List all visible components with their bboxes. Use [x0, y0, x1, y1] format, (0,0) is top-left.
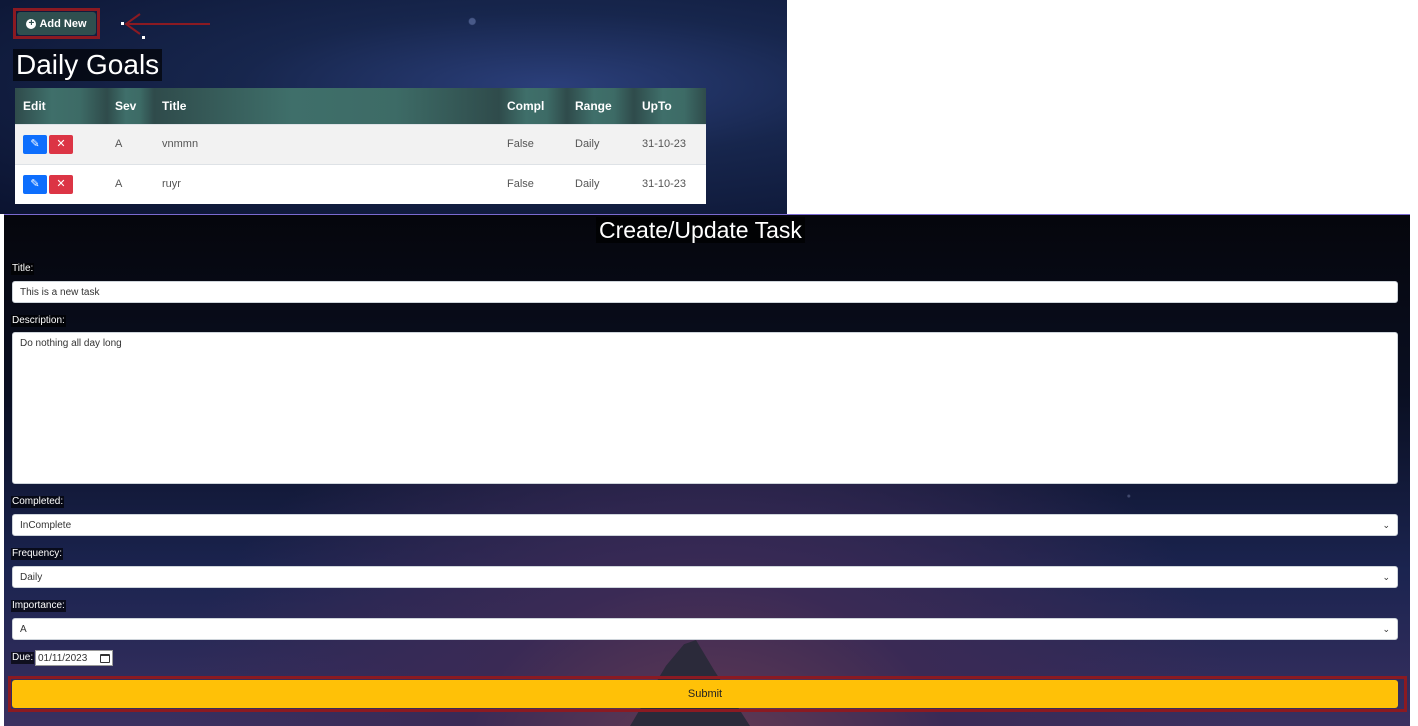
- goals-table: Edit Sev Title Compl Range UpTo ✎ ✕ A vnm…: [15, 88, 706, 204]
- column-header: Range: [567, 88, 634, 124]
- cell-compl: False: [499, 163, 567, 204]
- annotation-arrow-icon: [121, 13, 210, 39]
- cell-upto: 31-10-23: [634, 123, 706, 164]
- column-header: Sev: [107, 88, 154, 124]
- importance-label: Importance:: [11, 600, 66, 612]
- column-header: UpTo: [634, 88, 706, 124]
- column-header: Edit: [15, 88, 107, 124]
- completed-value: InComplete: [20, 519, 72, 531]
- row-actions: ✎ ✕: [15, 123, 107, 164]
- due-date-value: 01/11/2023: [38, 652, 88, 664]
- pencil-icon: ✎: [30, 137, 40, 150]
- add-new-label: Add New: [39, 17, 87, 30]
- cell-sev: A: [107, 123, 154, 164]
- table-row: ✎ ✕ A vnmmn False Daily 31-10-23: [15, 123, 706, 164]
- x-icon: ✕: [56, 137, 66, 150]
- form-title: Create/Update Task: [596, 217, 805, 243]
- cell-range: Daily: [567, 123, 634, 164]
- add-new-button[interactable]: + Add New: [17, 12, 96, 35]
- plus-circle-icon: +: [26, 18, 37, 29]
- column-header: Compl: [499, 88, 567, 124]
- delete-button[interactable]: ✕: [49, 134, 73, 154]
- submit-button[interactable]: Submit: [12, 680, 1398, 708]
- title-label: Title:: [11, 263, 35, 275]
- completed-label: Completed:: [11, 496, 65, 508]
- x-icon: ✕: [56, 177, 66, 190]
- description-textarea[interactable]: Do nothing all day long: [12, 332, 1398, 484]
- table-header-row: Edit Sev Title Compl Range UpTo: [15, 88, 706, 124]
- pencil-icon: ✎: [30, 177, 40, 190]
- cell-compl: False: [499, 123, 567, 164]
- description-label: Description:: [11, 315, 66, 327]
- cell-title: vnmmn: [154, 123, 499, 164]
- importance-value: A: [20, 623, 27, 635]
- cell-upto: 31-10-23: [634, 163, 706, 204]
- frequency-label: Frequency:: [11, 548, 64, 560]
- edit-button[interactable]: ✎: [23, 174, 47, 194]
- calendar-icon[interactable]: [100, 653, 110, 663]
- chevron-down-icon: ⌄: [1382, 623, 1390, 634]
- cell-range: Daily: [567, 163, 634, 204]
- edit-button[interactable]: ✎: [23, 134, 47, 154]
- due-date-input[interactable]: 01/11/2023: [35, 650, 113, 666]
- frequency-select[interactable]: Daily ⌄: [12, 566, 1398, 588]
- row-actions: ✎ ✕: [15, 163, 107, 204]
- cell-title: ruyr: [154, 163, 499, 204]
- completed-select[interactable]: InComplete ⌄: [12, 514, 1398, 536]
- delete-button[interactable]: ✕: [49, 174, 73, 194]
- chevron-down-icon: ⌄: [1382, 571, 1390, 582]
- importance-select[interactable]: A ⌄: [12, 618, 1398, 640]
- cell-sev: A: [107, 163, 154, 204]
- title-input[interactable]: [12, 281, 1398, 303]
- page-title: Daily Goals: [13, 49, 163, 81]
- column-header: Title: [154, 88, 499, 124]
- table-row: ✎ ✕ A ruyr False Daily 31-10-23: [15, 163, 706, 204]
- frequency-value: Daily: [20, 571, 43, 583]
- due-label: Due:: [11, 652, 35, 664]
- chevron-down-icon: ⌄: [1382, 519, 1390, 530]
